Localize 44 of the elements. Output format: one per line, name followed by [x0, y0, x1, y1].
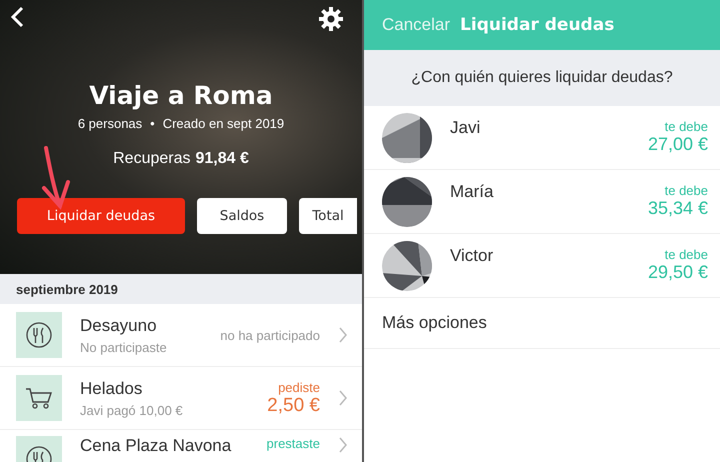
settings-icon[interactable]: [317, 5, 345, 33]
action-button[interactable]: Total: [299, 198, 357, 234]
expense-status: prestaste: [266, 436, 320, 451]
avatar-icon: [382, 241, 432, 291]
balance-label: Recuperas: [113, 150, 190, 168]
debt-label: te debe: [664, 247, 708, 262]
person-name: María: [450, 182, 494, 202]
expense-row[interactable]: Desayuno No participaste no ha participado: [0, 304, 362, 367]
expense-title: Helados: [80, 378, 144, 398]
person-name: Victor: [450, 246, 494, 266]
chevron-icon: [338, 326, 348, 344]
expense-amount: 2,50 €: [267, 394, 320, 416]
section-header: septiembre 2019: [0, 274, 362, 304]
person-row[interactable]: Javi te debe 27,00 €: [364, 106, 720, 170]
member-count: 6 personas: [78, 116, 142, 131]
debt-label: te debe: [664, 119, 708, 134]
created-date: Creado en sept 2019: [162, 116, 284, 131]
debt-amount: 27,00 €: [648, 134, 708, 155]
expense-row[interactable]: Helados Javi pagó 10,00 € pediste 2,50 €: [0, 367, 362, 430]
debt-amount: 29,50 €: [648, 262, 708, 283]
avatar-icon: [382, 177, 432, 227]
screen-title: Liquidar deudas: [460, 15, 614, 35]
debt-amount: 35,34 €: [648, 198, 708, 219]
expense-subtitle: Javi pagó 10,00 €: [80, 402, 184, 418]
expense-status: pediste: [277, 380, 320, 394]
chevron-icon: [338, 389, 348, 407]
expense-row[interactable]: Cena Plaza Navona prestaste: [0, 430, 362, 462]
question-banner: ¿Con quién quieres liquidar deudas?: [364, 50, 720, 106]
separator-dot: •: [150, 116, 155, 131]
more-options-item[interactable]: Más opciones: [364, 298, 720, 349]
debt-label: te debe: [664, 183, 708, 198]
expense-title: Desayuno: [80, 316, 158, 336]
avatar-icon: [382, 113, 432, 163]
person-name: Javi: [450, 118, 482, 138]
balance-amount: 91,84 €: [195, 150, 249, 168]
expense-subtitle: No participaste: [80, 340, 168, 354]
expense-title: Cena Plaza Navona: [80, 436, 232, 456]
chevron-icon: [338, 436, 348, 454]
expense-status: no ha participado: [220, 328, 320, 342]
group-title: Viaje a Roma: [89, 81, 273, 110]
person-row[interactable]: María te debe 35,34 €: [364, 170, 720, 234]
action-button[interactable]: Liquidar deudas: [17, 198, 185, 234]
person-row[interactable]: Victor te debe 29,50 €: [364, 234, 720, 298]
action-button[interactable]: Saldos: [197, 198, 287, 234]
